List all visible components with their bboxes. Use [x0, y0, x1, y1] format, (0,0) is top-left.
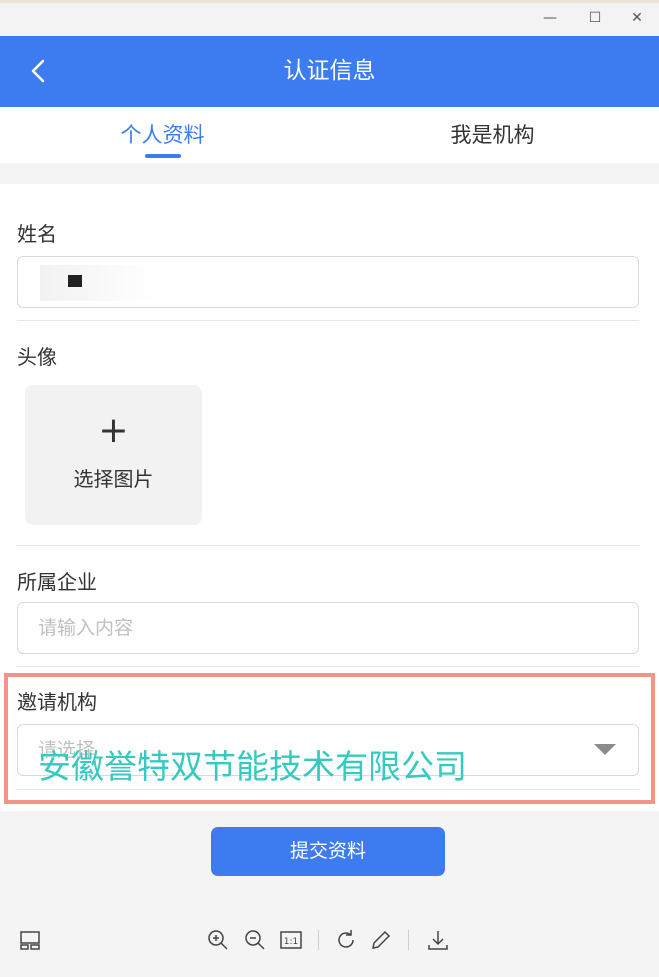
upload-label: 选择图片 [73, 467, 154, 491]
window-top-strip [0, 0, 659, 3]
rotate-icon[interactable] [334, 928, 358, 952]
company-input[interactable]: 请输入内容 [17, 602, 639, 654]
divider [17, 666, 639, 667]
toolbar-divider [318, 930, 319, 950]
zoom-in-icon[interactable] [206, 928, 230, 952]
name-field[interactable] [17, 256, 639, 308]
submit-button[interactable]: 提交资料 [211, 827, 445, 876]
app-header: 认证信息 [0, 36, 659, 107]
tab-organization[interactable]: 我是机构 [420, 107, 565, 163]
name-label: 姓名 [17, 222, 57, 246]
svg-text:1:1: 1:1 [284, 937, 298, 947]
maximize-button[interactable]: ☐ [585, 8, 605, 28]
chevron-left-icon [31, 59, 45, 83]
divider [17, 320, 639, 321]
back-button[interactable] [22, 53, 58, 89]
tab-bar: 个人资料 我是机构 [0, 107, 659, 163]
masked-name-block [68, 275, 82, 287]
divider [17, 545, 639, 546]
avatar-label: 头像 [17, 345, 57, 369]
download-icon[interactable] [426, 928, 450, 952]
window-title-bar: — ☐ ✕ [0, 0, 659, 36]
toolbar-divider [408, 930, 409, 950]
minimize-button[interactable]: — [540, 8, 560, 28]
company-placeholder: 请输入内容 [38, 617, 134, 639]
annotation-overlay-text: 安徽誉特双节能技术有限公司 [38, 747, 467, 786]
layout-icon[interactable] [18, 928, 42, 952]
page-title: 认证信息 [283, 58, 376, 84]
actual-size-icon[interactable]: 1:1 [279, 928, 303, 952]
masked-name-value [40, 265, 160, 301]
plus-icon: + [98, 410, 129, 451]
active-tab-indicator [145, 154, 181, 158]
viewer-toolbar: 1:1 [0, 900, 659, 977]
close-button[interactable]: ✕ [627, 8, 647, 28]
edit-icon[interactable] [369, 928, 393, 952]
company-label: 所属企业 [17, 570, 97, 594]
avatar-upload-button[interactable]: + 选择图片 [25, 385, 202, 525]
zoom-out-icon[interactable] [243, 928, 267, 952]
